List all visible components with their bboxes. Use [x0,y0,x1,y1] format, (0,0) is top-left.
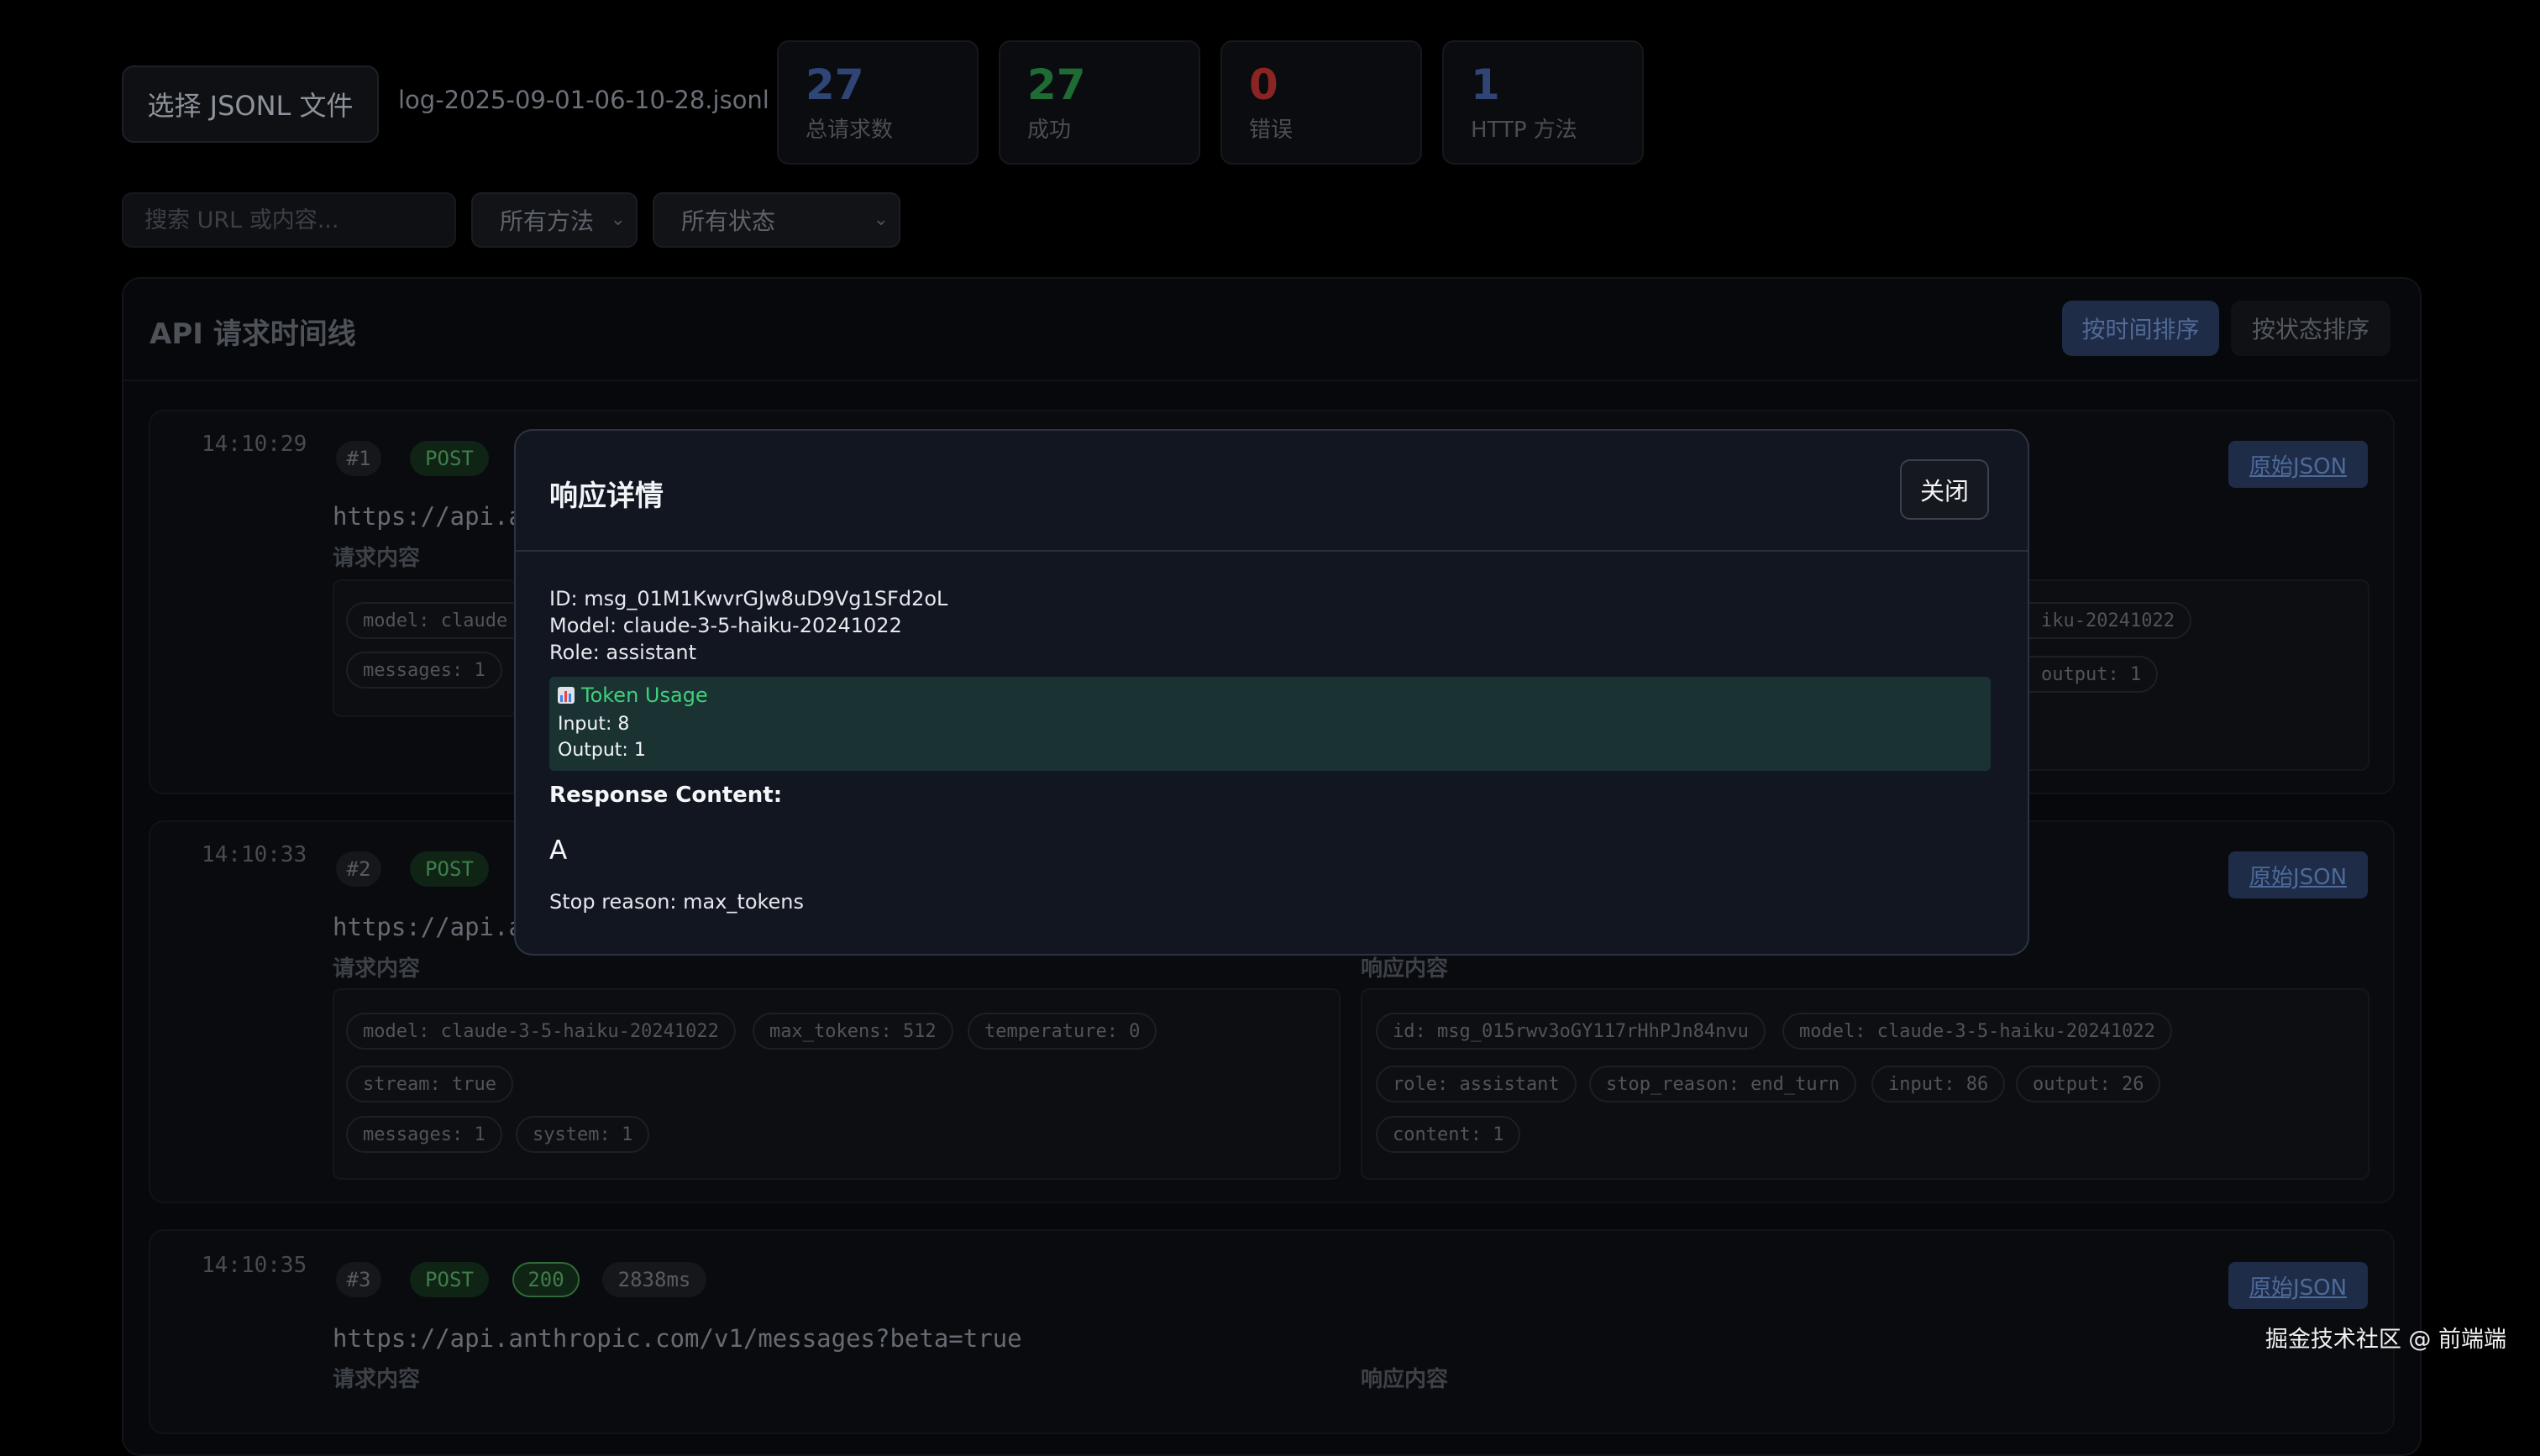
request-content-label: 请求内容 [333,956,421,982]
chevron-down-icon: ⌄ [873,209,889,230]
stat-value: 27 [806,60,864,109]
sort-by-status-button[interactable]: 按状态排序 [2231,301,2390,356]
request-chip: messages: 1 [346,1116,502,1153]
status-select[interactable]: 所有状态 ⌄ [653,192,900,248]
entry-time: 14:10:33 [202,842,307,867]
request-content-label: 请求内容 [333,1367,421,1392]
stop-reason: Stop reason: max_tokens [549,890,805,914]
method-select[interactable]: 所有方法 ⌄ [471,192,638,248]
method-badge: POST [410,851,489,887]
entry-url: https://api.anthropic.com/v1/messages?be… [333,1324,1022,1353]
raw-json-button[interactable]: 原始JSON [2228,851,2368,898]
token-usage-box: Token Usage Input: 8 Output: 1 [549,677,1991,771]
status-badge: 200 [512,1262,580,1297]
entry-time: 14:10:29 [202,432,307,457]
request-chip: messages: 1 [346,652,502,689]
token-usage-heading: Token Usage [558,683,708,707]
entry-number-badge: #2 [336,851,381,887]
stat-label: HTTP 方法 [1471,118,1577,143]
raw-json-button[interactable]: 原始JSON [2228,441,2368,488]
request-content-label: 请求内容 [333,546,421,571]
entry-number-badge: #1 [336,441,381,476]
response-chip: role: assistant [1376,1066,1577,1102]
response-chip: input: 86 [1871,1066,2006,1102]
divider [516,550,2028,552]
role-line: Role: assistant [549,641,697,664]
sort-by-time-button[interactable]: 按时间排序 [2062,301,2219,356]
response-chip: output: 26 [2016,1066,2161,1102]
method-badge: POST [410,441,489,476]
chevron-down-icon: ⌄ [610,209,626,230]
stat-http-methods: 1 HTTP 方法 [1442,40,1644,165]
raw-json-button[interactable]: 原始JSON [2228,1262,2368,1309]
timeline-title: API 请求时间线 [150,317,356,351]
response-chip: output: 1 [2026,656,2159,693]
stat-errors: 0 错误 [1220,40,1422,165]
method-badge: POST [410,1262,489,1297]
response-chip: iku-20241022 [2026,602,2191,639]
search-input[interactable] [122,192,456,248]
entry-number-badge: #3 [336,1262,381,1297]
watermark: 掘金技术社区 @ 前端端 [2264,1327,2506,1353]
status-select-value: 所有状态 [681,207,776,235]
duration-badge: 2838ms [602,1262,706,1297]
message-id: ID: msg_01M1KwvrGJw8uD9Vg1SFd2oL [549,587,948,610]
stat-label: 总请求数 [806,118,894,143]
request-chip: max_tokens: 512 [753,1013,953,1050]
method-select-value: 所有方法 [500,207,595,235]
stat-success: 27 成功 [999,40,1200,165]
choose-file-button[interactable]: 选择 JSONL 文件 [122,65,379,143]
app-root: 选择 JSONL 文件 log-2025-09-01-06-10-28.json… [0,0,2540,1456]
response-chip: model: claude-3-5-haiku-20241022 [1782,1013,2172,1050]
response-detail-modal: 响应详情 关闭 ID: msg_01M1KwvrGJw8uD9Vg1SFd2oL… [514,429,2029,956]
response-content-label: 响应内容 [1361,1367,1449,1392]
file-name: log-2025-09-01-06-10-28.jsonl [398,86,769,114]
entry-url: https://api.a [333,913,523,941]
request-chip: model: claude [346,602,513,639]
input-tokens: Input: 8 [558,714,630,735]
request-chip: model: claude-3-5-haiku-20241022 [346,1013,736,1050]
request-content-box [333,579,517,717]
stat-value: 27 [1027,60,1086,109]
response-content-label: Response Content: [549,783,783,808]
entry-time: 14:10:35 [202,1253,307,1278]
close-button[interactable]: 关闭 [1900,459,1989,520]
output-tokens: Output: 1 [558,740,646,761]
response-content: A [549,835,568,866]
response-content-label: 响应内容 [1361,956,1449,982]
request-chip: system: 1 [516,1116,650,1153]
stat-label: 错误 [1249,118,1294,143]
model-line: Model: claude-3-5-haiku-20241022 [549,614,902,637]
bar-chart-icon [558,687,575,704]
stat-value: 1 [1471,60,1500,109]
response-chip: id: msg_015rwv3oGY117rHhPJn84nvu [1376,1013,1766,1050]
stat-value: 0 [1249,60,1278,109]
token-usage-title: Token Usage [581,683,708,707]
request-chip: stream: true [346,1066,513,1102]
stat-total-requests: 27 总请求数 [777,40,979,165]
divider [123,380,2418,381]
stat-label: 成功 [1027,118,1072,143]
response-chip: stop_reason: end_turn [1589,1066,1857,1102]
request-chip: temperature: 0 [968,1013,1157,1050]
modal-title: 响应详情 [549,479,664,513]
response-chip: content: 1 [1376,1116,1521,1153]
entry-url: https://api.a [333,502,523,531]
